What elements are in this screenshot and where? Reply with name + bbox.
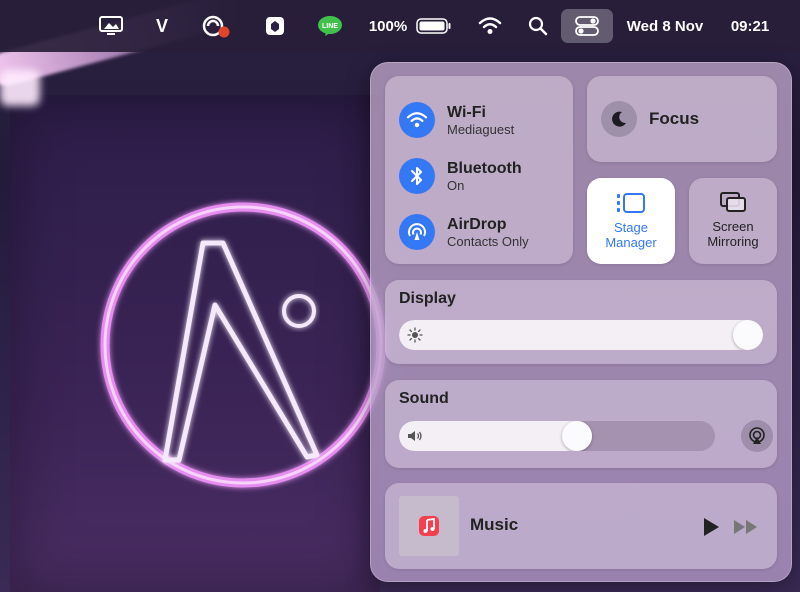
line-app-badge: LINE [322, 23, 338, 30]
stage-manager-label-line1: Stage [614, 220, 648, 235]
battery-fill [419, 21, 445, 31]
brightness-slider-knob[interactable] [733, 320, 763, 350]
brightness-slider[interactable] [399, 320, 763, 350]
bluetooth-title: Bluetooth [447, 159, 522, 177]
now-playing-label: Music [470, 515, 519, 534]
v-app-label: V [155, 15, 168, 36]
airplay-audio-button[interactable] [741, 420, 773, 452]
display-module: Display [385, 280, 777, 364]
screen-mirroring-button[interactable]: Screen Mirroring [689, 178, 777, 264]
volume-slider-knob[interactable] [562, 421, 593, 451]
stage-manager-label-line2: Manager [605, 235, 657, 250]
wifi-icon[interactable] [476, 0, 504, 52]
search-icon[interactable] [526, 0, 550, 52]
cloud-sync-icon[interactable] [198, 0, 234, 52]
battery-icon[interactable] [414, 0, 454, 52]
airdrop-status: Contacts Only [447, 233, 529, 249]
screen-mirroring-label-line1: Screen [712, 219, 754, 234]
screen-mirroring-label-line2: Mirroring [707, 234, 759, 249]
battery-percent[interactable]: 100% [366, 0, 410, 52]
wifi-title: Wi-Fi [447, 103, 486, 121]
display-title: Display [399, 290, 456, 307]
focus-button[interactable]: Focus [587, 76, 777, 162]
wifi-network-name: Mediaguest [447, 121, 515, 137]
network-tile: Wi-Fi Mediaguest Bluetooth On AirDrop Co… [385, 76, 573, 264]
sun-icon [407, 327, 423, 343]
speaker-icon [408, 431, 422, 441]
sound-module: Sound [385, 380, 777, 468]
screen-share-icon[interactable] [96, 0, 126, 52]
focus-label: Focus [649, 109, 700, 128]
volume-slider[interactable] [399, 421, 715, 451]
control-center-panel: Wi-Fi Mediaguest Bluetooth On AirDrop Co… [370, 62, 792, 582]
airplay-audio-icon [749, 427, 765, 444]
control-center-icon[interactable] [561, 9, 613, 43]
fast-forward-icon[interactable] [733, 519, 759, 535]
wifi-toggle[interactable]: Wi-Fi Mediaguest [399, 100, 514, 140]
menu-bar: V LINE 100% Wed 8 Nov 09:21 [0, 0, 800, 52]
neon-logo-image [100, 202, 386, 488]
vpn-app-icon[interactable] [262, 0, 288, 52]
sound-title: Sound [399, 390, 449, 407]
bluetooth-status: On [447, 177, 465, 193]
bluetooth-icon[interactable] [399, 158, 435, 194]
music-app-artwork[interactable] [399, 496, 459, 556]
airdrop-icon[interactable] [399, 214, 435, 250]
airdrop-title: AirDrop [447, 215, 507, 233]
menubar-time[interactable]: 09:21 [719, 0, 781, 52]
music-note-icon [419, 516, 439, 536]
bluetooth-toggle[interactable]: Bluetooth On [399, 156, 522, 196]
play-icon[interactable] [701, 517, 721, 537]
stage-manager-icon [617, 193, 645, 213]
moon-icon [601, 101, 637, 137]
stage-manager-button[interactable]: Stage Manager [587, 178, 675, 264]
now-playing-module: Music [385, 483, 777, 569]
wallpaper-light-glow [0, 70, 40, 106]
line-app-icon[interactable]: LINE [316, 0, 344, 52]
wifi-icon[interactable] [399, 102, 435, 138]
v-app-icon[interactable]: V [150, 0, 174, 52]
airdrop-toggle[interactable]: AirDrop Contacts Only [399, 212, 529, 252]
brightness-fill [399, 320, 763, 350]
screen-mirroring-icon [720, 192, 746, 212]
menubar-date[interactable]: Wed 8 Nov [621, 0, 709, 52]
